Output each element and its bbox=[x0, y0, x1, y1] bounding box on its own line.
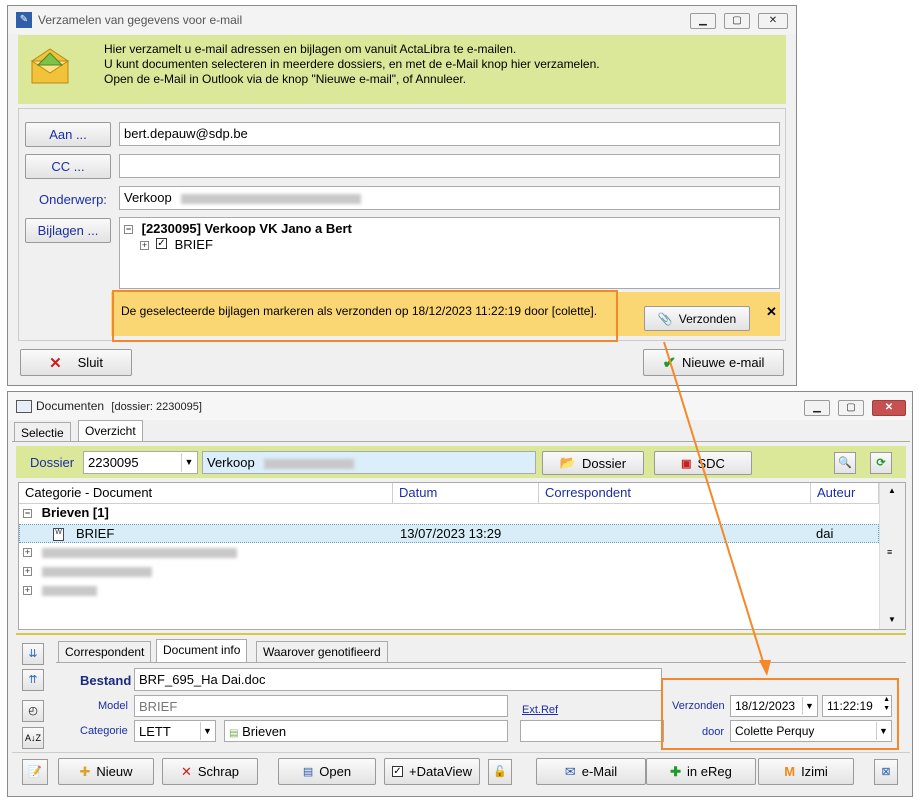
connector-arrow bbox=[663, 341, 771, 676]
